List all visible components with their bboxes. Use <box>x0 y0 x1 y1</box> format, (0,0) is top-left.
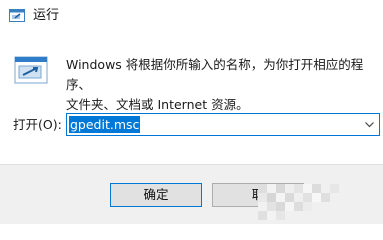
open-input-value[interactable]: gpedit.msc <box>69 116 141 133</box>
title-bar: 运行 <box>0 0 383 32</box>
run-dialog: 运行 Windows 将根据你所输入的名称，为你打开相应的程序、 文件夹、文档或… <box>0 0 383 224</box>
ok-button[interactable]: 确定 <box>110 183 202 207</box>
description: Windows 将根据你所输入的名称，为你打开相应的程序、 文件夹、文档或 In… <box>66 55 378 115</box>
open-combobox[interactable]: gpedit.msc <box>66 113 380 136</box>
chevron-down-icon[interactable] <box>364 119 375 130</box>
description-line-2: 文件夹、文档或 Internet 资源。 <box>66 97 249 112</box>
window-title: 运行 <box>33 8 60 23</box>
run-icon <box>9 9 25 22</box>
blurred-region <box>258 170 383 224</box>
open-label: 打开(O): <box>13 117 62 132</box>
description-line-1: Windows 将根据你所输入的名称，为你打开相应的程序、 <box>66 57 364 92</box>
run-dialog-icon <box>14 56 48 84</box>
